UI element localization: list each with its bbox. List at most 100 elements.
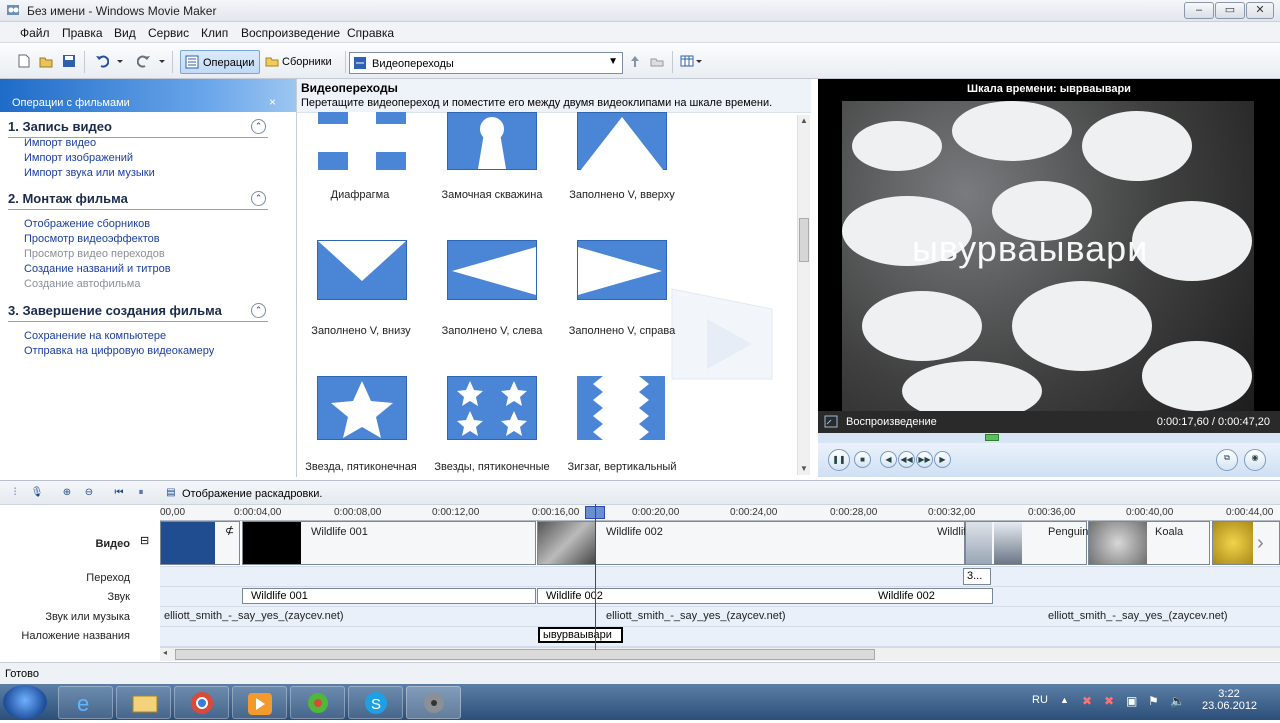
transition-iris-thumb[interactable] (318, 112, 406, 170)
transition-filled-v-right-thumb[interactable] (577, 240, 667, 300)
volume-icon[interactable]: 🔈 (1170, 694, 1185, 708)
task-view-effects[interactable]: Просмотр видеоэффектов (24, 233, 160, 245)
previous-frame-icon[interactable]: ◀ (880, 451, 897, 468)
collapse-track-icon[interactable]: ⊟ (140, 534, 149, 547)
zoom-out-icon[interactable]: ⊖ (82, 486, 96, 500)
menu-playback[interactable]: Воспроизведение (241, 26, 340, 40)
scroll-left-icon[interactable]: ◂ (163, 648, 167, 657)
undo-dropdown-icon[interactable] (116, 54, 124, 68)
video-clip-title[interactable]: ⊄ (160, 521, 240, 565)
menu-view[interactable]: Вид (114, 26, 136, 40)
video-clip-penguins[interactable]: Penguin... (965, 521, 1098, 565)
music-clip-name[interactable]: elliott_smith_-_say_yes_(zaycev.net) (164, 610, 344, 622)
task-show-collections[interactable]: Отображение сборников (24, 218, 150, 230)
undo-icon[interactable] (95, 54, 110, 68)
task-import-pictures[interactable]: Импорт изображений (24, 152, 133, 164)
timeline-scrollbar[interactable]: ◂ (160, 647, 1280, 661)
video-clip-koala[interactable]: Koala (1088, 521, 1210, 565)
task-import-audio[interactable]: Импорт звука или музыки (24, 167, 155, 179)
collection-dropdown[interactable]: Видеопереходы ▼ (349, 52, 623, 74)
menu-clip[interactable]: Клип (201, 26, 228, 40)
storyboard-icon[interactable]: ▤ (164, 486, 178, 500)
transition-clip[interactable]: 3... (963, 568, 991, 585)
start-button-icon[interactable] (3, 685, 47, 719)
transition-star-thumb[interactable] (317, 376, 407, 440)
action-center-icon[interactable]: ⚑ (1148, 694, 1162, 708)
task-send-to-camera[interactable]: Отправка на цифровую видеокамеру (24, 345, 214, 357)
show-hidden-icons-icon[interactable]: ▲ (1060, 695, 1072, 707)
scroll-down-icon[interactable]: ▼ (800, 464, 808, 473)
transitions-scrollbar[interactable]: ▲ ▼ (797, 115, 810, 475)
fullscreen-icon[interactable] (824, 415, 838, 428)
title-overlay-clip[interactable]: ывурваывари (538, 627, 623, 643)
rewind-icon[interactable]: ◀◀ (898, 451, 915, 468)
music-clip-name[interactable]: elliott_smith_-_say_yes_(zaycev.net) (1048, 610, 1228, 622)
collapse-section-icon[interactable]: ⌃ (251, 119, 266, 134)
alert-icon[interactable]: ✖ (1104, 694, 1118, 708)
video-clip-next[interactable]: › (1212, 521, 1280, 565)
music-clip-name[interactable]: elliott_smith_-_say_yes_(zaycev.net) (606, 610, 786, 622)
narrate-icon[interactable]: 🎙 (30, 486, 44, 500)
collapse-section-icon[interactable]: ⌃ (251, 303, 266, 318)
video-clip-wildlife-002[interactable]: Wildlife 002 Wildlife (537, 521, 972, 565)
transition-keyhole-thumb[interactable] (447, 112, 537, 170)
new-collection-icon[interactable] (650, 54, 664, 68)
chrome-icon[interactable] (174, 686, 229, 719)
menu-tools[interactable]: Сервис (148, 26, 189, 40)
save-project-icon[interactable] (62, 54, 76, 68)
section-finish-title[interactable]: 3. Завершение создания фильма (8, 303, 222, 318)
scroll-up-icon[interactable]: ▲ (800, 116, 808, 125)
forward-icon[interactable]: ▶▶ (916, 451, 933, 468)
language-indicator[interactable]: RU (1032, 694, 1048, 706)
antivirus-icon[interactable]: ✖ (1082, 694, 1096, 708)
new-project-icon[interactable] (17, 54, 31, 68)
redo-icon[interactable] (136, 54, 151, 68)
video-clip-wildlife-001[interactable]: Wildlife 001 (242, 521, 536, 565)
section-capture-title[interactable]: 1. Запись видео (8, 119, 112, 134)
open-project-icon[interactable] (39, 54, 53, 68)
show-storyboard-link[interactable]: Отображение раскадровки. (182, 488, 322, 500)
movie-maker-taskbar-icon[interactable] (406, 686, 461, 719)
play-timeline-icon[interactable]: ⏸ (134, 486, 148, 500)
transition-stars-thumb[interactable] (447, 376, 537, 440)
file-explorer-icon[interactable] (116, 686, 171, 719)
taskbar-clock[interactable]: 3:22 23.06.2012 (1202, 688, 1257, 712)
stop-icon[interactable]: ■ (854, 451, 871, 468)
menu-file[interactable]: Файл (20, 26, 50, 40)
snapshot-icon[interactable]: ◉ (1244, 449, 1266, 471)
operations-button[interactable]: Операции (180, 50, 260, 74)
task-make-titles[interactable]: Создание названий и титров (24, 263, 171, 275)
pause-icon[interactable]: ❚❚ (828, 449, 850, 471)
time-ruler[interactable]: 00,00 0:00:04,00 0:00:08,00 0:00:12,00 0… (160, 505, 1280, 521)
task-import-video[interactable]: Импорт видео (24, 137, 96, 149)
icq-icon[interactable] (290, 686, 345, 719)
close-button[interactable]: ✕ (1246, 2, 1274, 19)
seek-bar[interactable] (818, 433, 1280, 443)
redo-dropdown-icon[interactable] (158, 54, 166, 68)
maximize-button[interactable]: ▭ (1215, 2, 1245, 19)
audio-clip-wildlife-001[interactable]: Wildlife 001 (242, 588, 536, 604)
collections-button[interactable]: Сборники (263, 50, 343, 74)
zoom-in-icon[interactable]: ⊕ (60, 486, 74, 500)
scrollbar-thumb[interactable] (175, 649, 875, 660)
video-frame[interactable]: ывурваывари (842, 101, 1254, 411)
next-frame-icon[interactable]: ▶ (934, 451, 951, 468)
rewind-timeline-icon[interactable]: ⏮ (112, 486, 126, 500)
audio-clip-wildlife-002[interactable]: Wildlife 002 Wildlife 002 (537, 588, 993, 604)
collapse-section-icon[interactable]: ⌃ (251, 191, 266, 206)
close-pane-icon[interactable]: × (269, 95, 276, 109)
device-icon[interactable]: ▣ (1126, 694, 1140, 708)
split-clip-icon[interactable]: ⧉ (1216, 449, 1238, 471)
section-edit-title[interactable]: 2. Монтаж фильма (8, 191, 128, 206)
task-save-to-computer[interactable]: Сохранение на компьютере (24, 330, 166, 342)
transition-filled-v-down-thumb[interactable] (317, 240, 407, 300)
media-player-icon[interactable] (232, 686, 287, 719)
transition-zigzag-thumb[interactable] (577, 376, 667, 440)
minimize-button[interactable]: ‒ (1184, 2, 1214, 19)
internet-explorer-icon[interactable]: e (58, 686, 113, 719)
menu-edit[interactable]: Правка (62, 26, 103, 40)
skype-icon[interactable]: S (348, 686, 403, 719)
seek-knob[interactable] (985, 434, 999, 441)
transition-filled-v-up-thumb[interactable] (577, 112, 667, 171)
set-audio-levels-icon[interactable]: ⫶ (8, 486, 22, 500)
